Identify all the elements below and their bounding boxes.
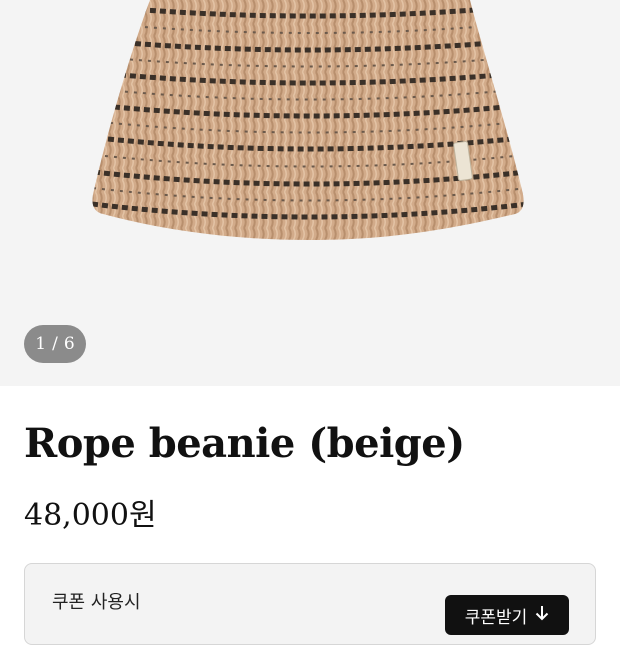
arrow-down-icon [535,605,549,626]
image-counter-total: 6 [63,334,75,354]
product-image-gallery[interactable]: 1 / 6 [0,0,620,386]
coupon-panel: 쿠폰 사용시 쿠폰받기 [24,563,596,645]
product-title: Rope beanie (beige) [24,420,465,467]
image-counter-separator: / [52,334,58,354]
image-counter-current: 1 [35,334,47,354]
coupon-label: 쿠폰 사용시 [52,592,141,613]
get-coupon-button[interactable]: 쿠폰받기 [445,595,569,635]
get-coupon-button-label: 쿠폰받기 [464,607,528,628]
product-price: 48,000원 [24,498,157,533]
beanie-product-image [92,0,524,240]
image-counter: 1 / 6 [24,325,86,363]
